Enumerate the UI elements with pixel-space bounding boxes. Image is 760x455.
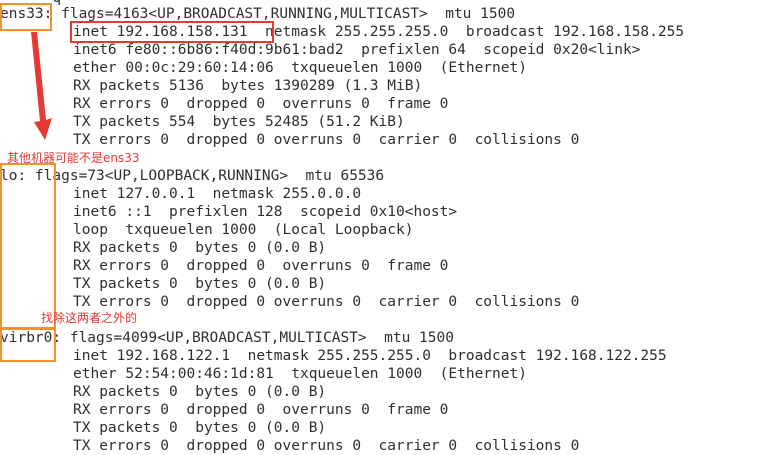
lo-tx-errors: TX errors 0 dropped 0 overruns 0 carrier… — [73, 294, 580, 310]
ens33-inet: inet 192.168.158.131 netmask 255.255.255… — [73, 24, 685, 40]
ens33-rx-packets: RX packets 5136 bytes 1390289 (1.3 MiB) — [73, 78, 423, 94]
virbr0-inet: inet 192.168.122.1 netmask 255.255.255.0… — [73, 348, 667, 364]
virbr0-rx-errors: RX errors 0 dropped 0 overruns 0 frame 0 — [73, 402, 449, 418]
lo-inet6: inet6 ::1 prefixlen 128 scopeid 0x10<hos… — [73, 204, 458, 220]
ens33-ether: ether 00:0c:29:60:14:06 txqueuelen 1000 … — [73, 60, 527, 76]
note-other-interface: 其他机器可能不是ens33 — [7, 151, 140, 165]
ens33-rx-errors: RX errors 0 dropped 0 overruns 0 frame 0 — [73, 96, 449, 112]
lo-rx-packets: RX packets 0 bytes 0 (0.0 B) — [73, 240, 327, 256]
arrow-down-icon — [31, 32, 52, 140]
lo-inet: inet 127.0.0.1 netmask 255.0.0.0 — [73, 186, 362, 202]
lo-tx-packets: TX packets 0 bytes 0 (0.0 B) — [73, 276, 327, 292]
lo-header: lo: flags=73<UP,LOOPBACK,RUNNING> mtu 65… — [0, 168, 385, 184]
virbr0-tx-packets: TX packets 0 bytes 0 (0.0 B) — [73, 420, 327, 436]
ens33-tx-errors: TX errors 0 dropped 0 overruns 0 carrier… — [73, 132, 580, 148]
virbr0-rx-packets: RX packets 0 bytes 0 (0.0 B) — [73, 384, 327, 400]
lo-loop: loop txqueuelen 1000 (Local Loopback) — [73, 222, 414, 238]
ens33-inet6: inet6 fe80::6b86:f40d:9b61:bad2 prefixle… — [73, 42, 641, 58]
ens33-tx-packets: TX packets 554 bytes 52485 (51.2 KiB) — [73, 114, 405, 130]
virbr0-ether: ether 52:54:00:46:1d:81 txqueuelen 1000 … — [73, 366, 527, 382]
virbr0-tx-errors: TX errors 0 dropped 0 overruns 0 carrier… — [73, 438, 580, 454]
note-exclude-these: 找除这两者之外的 — [41, 311, 138, 325]
ens33-header: ens33: flags=4163<UP,BROADCAST,RUNNING,M… — [0, 6, 516, 22]
virbr0-header: virbr0: flags=4099<UP,BROADCAST,MULTICAS… — [0, 330, 454, 346]
lo-rx-errors: RX errors 0 dropped 0 overruns 0 frame 0 — [73, 258, 449, 274]
terminal-output: q ens33: flags=4163<UP,BROADCAST,RUNNING… — [0, 0, 760, 455]
